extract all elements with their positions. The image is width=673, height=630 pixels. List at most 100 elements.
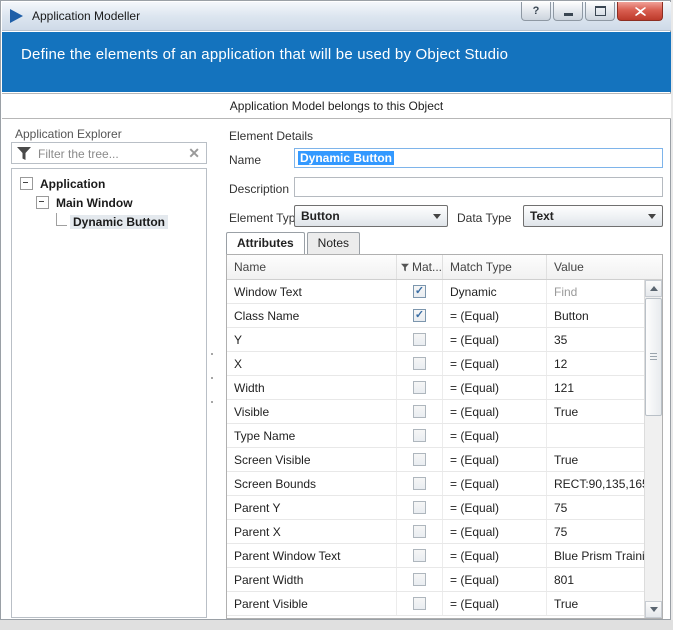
table-row[interactable]: Screen Visible= (Equal)True (227, 448, 662, 472)
element-type-label: Element Type (229, 211, 302, 225)
column-header-match[interactable]: Mat... (397, 255, 443, 279)
explorer-title: Application Explorer (15, 127, 122, 141)
attributes-table: Name Mat... Match Type Value Window Text… (226, 254, 663, 619)
table-row[interactable]: X= (Equal)12 (227, 352, 662, 376)
match-type-cell: = (Equal) (443, 544, 547, 567)
application-tree[interactable]: Application Main Window Dynamic Button (11, 168, 207, 618)
match-type-cell: = (Equal) (443, 592, 547, 615)
minimize-button[interactable] (553, 2, 583, 21)
filter-funnel-icon (17, 147, 31, 160)
table-row[interactable]: Screen Bounds= (Equal)RECT:90,135,165,21… (227, 472, 662, 496)
table-row[interactable]: Visible= (Equal)True (227, 400, 662, 424)
table-row[interactable]: Parent Width= (Equal)801 (227, 568, 662, 592)
close-button[interactable] (617, 2, 663, 21)
column-header-value[interactable]: Value (547, 255, 662, 279)
description-label: Description (229, 182, 289, 196)
match-checkbox[interactable] (413, 405, 426, 418)
tab-notes[interactable]: Notes (307, 232, 360, 254)
match-checkbox[interactable] (413, 477, 426, 490)
banner: Define the elements of an application th… (2, 32, 671, 92)
tree-item-main-window[interactable]: Main Window (12, 194, 206, 213)
attribute-name-cell: Class Name (227, 304, 397, 327)
match-checkbox[interactable]: ✓ (413, 285, 426, 298)
maximize-icon (595, 6, 606, 16)
match-checkbox[interactable] (413, 429, 426, 442)
match-checkbox[interactable] (413, 333, 426, 346)
table-header: Name Mat... Match Type Value (227, 255, 662, 280)
title-bar[interactable]: Application Modeller ? (2, 2, 671, 31)
name-field[interactable]: Dynamic Button (294, 148, 663, 168)
table-row[interactable]: Parent Window Text= (Equal)Blue Prism Tr… (227, 544, 662, 568)
table-row[interactable]: Width= (Equal)121 (227, 376, 662, 400)
scroll-down-button[interactable] (645, 601, 662, 618)
match-checkbox[interactable] (413, 525, 426, 538)
column-header-match-type[interactable]: Match Type (443, 255, 547, 279)
filter-clear-icon[interactable]: ✕ (188, 145, 200, 162)
help-button[interactable]: ? (521, 2, 551, 21)
scrollbar-thumb[interactable] (645, 298, 662, 416)
match-type-cell: = (Equal) (443, 448, 547, 471)
match-type-cell: = (Equal) (443, 400, 547, 423)
app-icon (10, 9, 23, 23)
tree-item-application[interactable]: Application (12, 175, 206, 194)
match-cell (397, 400, 443, 423)
match-type-cell: = (Equal) (443, 520, 547, 543)
match-checkbox[interactable] (413, 597, 426, 610)
element-type-value: Button (301, 209, 340, 223)
application-modeller-window: Application Modeller ? Define the elemen… (0, 0, 673, 630)
match-checkbox[interactable] (413, 501, 426, 514)
data-type-label: Data Type (457, 211, 511, 225)
scroll-up-button[interactable] (645, 280, 662, 297)
arrow-up-icon (650, 286, 658, 291)
attribute-name-cell: Screen Bounds (227, 472, 397, 495)
tree-item-dynamic-button[interactable]: Dynamic Button (12, 213, 206, 232)
tree-item-label: Application (37, 177, 108, 191)
table-row[interactable]: Window Text✓DynamicFind (227, 280, 662, 304)
match-checkbox[interactable] (413, 549, 426, 562)
vertical-scrollbar[interactable] (644, 280, 662, 618)
collapse-icon[interactable] (20, 177, 33, 190)
attribute-name-cell: Window Text (227, 280, 397, 303)
table-row[interactable]: Parent Visible= (Equal)True (227, 592, 662, 616)
table-row[interactable]: Parent X= (Equal)75 (227, 520, 662, 544)
match-cell (397, 376, 443, 399)
match-checkbox[interactable] (413, 357, 426, 370)
tree-filter-input[interactable]: Filter the tree... ✕ (11, 142, 207, 164)
element-details-label: Element Details (229, 129, 313, 143)
attribute-name-cell: Parent Width (227, 568, 397, 591)
match-type-cell: = (Equal) (443, 496, 547, 519)
column-header-name[interactable]: Name (227, 255, 397, 279)
data-type-dropdown[interactable]: Text (523, 205, 663, 227)
match-checkbox[interactable] (413, 381, 426, 394)
match-checkbox[interactable] (413, 453, 426, 466)
match-checkbox[interactable] (413, 573, 426, 586)
match-checkbox[interactable]: ✓ (413, 309, 426, 322)
chevron-down-icon (648, 214, 656, 219)
element-type-dropdown[interactable]: Button (294, 205, 448, 227)
table-row[interactable]: Type Name= (Equal) (227, 424, 662, 448)
attribute-name-cell: Parent Visible (227, 592, 397, 615)
attribute-name-cell: Parent Y (227, 496, 397, 519)
maximize-button[interactable] (585, 2, 615, 21)
dialog-frame: Application Modeller ? Define the elemen… (0, 0, 671, 620)
subheader-text: Application Model belongs to this Object (230, 99, 443, 113)
filter-placeholder: Filter the tree... (38, 147, 119, 161)
subheader-bar: Application Model belongs to this Object (2, 93, 671, 119)
match-cell (397, 448, 443, 471)
panel-splitter[interactable] (209, 353, 214, 403)
data-type-value: Text (530, 209, 554, 223)
description-field[interactable] (294, 177, 663, 197)
attribute-name-cell: Y (227, 328, 397, 351)
table-row[interactable]: Y= (Equal)35 (227, 328, 662, 352)
match-type-cell: = (Equal) (443, 424, 547, 447)
match-cell (397, 328, 443, 351)
tree-item-label: Main Window (53, 196, 136, 210)
window-title: Application Modeller (32, 9, 140, 23)
table-row[interactable]: Class Name✓= (Equal)Button (227, 304, 662, 328)
tab-attributes[interactable]: Attributes (226, 232, 305, 255)
match-cell (397, 568, 443, 591)
tree-connector (56, 213, 67, 226)
table-row[interactable]: Parent Y= (Equal)75 (227, 496, 662, 520)
collapse-icon[interactable] (36, 196, 49, 209)
match-cell (397, 352, 443, 375)
